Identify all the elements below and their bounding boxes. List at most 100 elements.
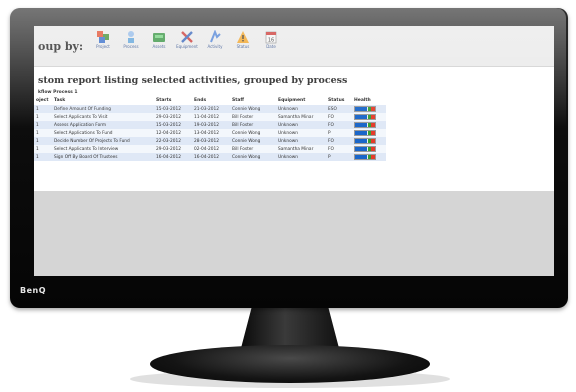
group-by-process-button[interactable]: Process xyxy=(118,30,144,49)
cell-health xyxy=(352,113,386,121)
health-bar-fill xyxy=(355,106,367,111)
cell-project: 1 xyxy=(34,137,52,145)
group-by-assets-button[interactable]: Assets xyxy=(146,30,172,49)
column-header[interactable]: Equipment xyxy=(276,96,326,105)
monitor-screen: oup by: Project Process Assets Equipment xyxy=(34,26,554,276)
cell-ends: 19-03-2012 xyxy=(192,121,230,129)
cell-staff: Connie Wong xyxy=(230,129,276,137)
cell-equipment: Unknown xyxy=(276,105,326,113)
health-bar-alert-segment xyxy=(371,138,375,143)
cell-staff: Connie Wong xyxy=(230,137,276,145)
health-bar xyxy=(354,153,376,160)
cell-status: FO xyxy=(326,121,352,129)
cell-starts: 29-03-2012 xyxy=(154,113,192,121)
column-header[interactable]: Ends xyxy=(192,96,230,105)
cell-project: 1 xyxy=(34,145,52,153)
health-bar-alert-segment xyxy=(371,146,375,151)
table-row[interactable]: 1 Define Amount Of Funding 15-03-2012 21-03… xyxy=(34,105,386,113)
cell-staff: Connie Wong xyxy=(230,105,276,113)
column-header[interactable]: oject xyxy=(34,96,52,105)
table-header-row: oject Task Starts Ends Staff Equipment S… xyxy=(34,96,386,105)
column-header[interactable]: Starts xyxy=(154,96,192,105)
report-app: oup by: Project Process Assets Equipment xyxy=(34,26,554,191)
health-bar-fill xyxy=(355,154,367,159)
project-icon xyxy=(97,31,109,43)
group-by-equipment-button[interactable]: Equipment xyxy=(174,30,200,49)
group-by-project-button[interactable]: Project xyxy=(90,30,116,49)
cell-status: FO xyxy=(326,145,352,153)
cell-health xyxy=(352,153,386,161)
cell-health xyxy=(352,137,386,145)
column-header[interactable]: Status xyxy=(326,96,352,105)
report-title: stom report listing selected activities,… xyxy=(38,75,348,86)
tool-label: Assets xyxy=(152,44,166,49)
cell-task: Select Applications To Fund xyxy=(52,129,154,137)
health-bar-alert-segment xyxy=(371,130,375,135)
cell-equipment: Unknown xyxy=(276,137,326,145)
health-bar xyxy=(354,113,376,120)
process-icon xyxy=(128,31,134,43)
cell-task: Decide Number Of Projects To Fund xyxy=(52,137,154,145)
cell-status: ESO xyxy=(326,105,352,113)
health-bar xyxy=(354,121,376,128)
table-row[interactable]: 1 Select Applications To Fund 12-04-2012 13… xyxy=(34,129,386,137)
health-bar-fill xyxy=(355,138,367,143)
column-header[interactable]: Staff xyxy=(230,96,276,105)
table-row[interactable]: 1 Assess Application Form 15-03-2012 19-03-… xyxy=(34,121,386,129)
cell-ends: 21-03-2012 xyxy=(192,105,230,113)
cell-health xyxy=(352,105,386,113)
cell-health xyxy=(352,145,386,153)
cell-status: FO xyxy=(326,113,352,121)
cell-staff: Connie Wong xyxy=(230,153,276,161)
health-bar-alert-segment xyxy=(371,106,375,111)
table-row[interactable]: 1 Sign Off By Board Of Trustees 16-04-2012… xyxy=(34,153,386,161)
health-bar-fill xyxy=(355,146,367,151)
column-header[interactable]: Task xyxy=(52,96,154,105)
cell-ends: 02-04-2012 xyxy=(192,145,230,153)
health-bar-fill xyxy=(355,130,367,135)
tool-label: Activity xyxy=(207,44,223,49)
cell-ends: 16-04-2012 xyxy=(192,153,230,161)
health-bar-fill xyxy=(355,122,367,127)
equipment-icon xyxy=(181,31,193,43)
cell-project: 1 xyxy=(34,129,52,137)
column-header[interactable]: Health xyxy=(352,96,386,105)
table-row[interactable]: 1 Select Applicants To Visit 29-03-2012 11-… xyxy=(34,113,386,121)
svg-text:16: 16 xyxy=(268,38,274,44)
cell-starts: 16-04-2012 xyxy=(154,153,192,161)
activity-icon xyxy=(210,30,221,43)
cell-starts: 15-03-2012 xyxy=(154,105,192,113)
assets-icon xyxy=(153,33,165,42)
health-bar-alert-segment xyxy=(371,154,375,159)
health-bar xyxy=(354,137,376,144)
group-by-label: oup by: xyxy=(38,40,83,53)
cell-status: P xyxy=(326,129,352,137)
tool-label: Project xyxy=(96,44,110,49)
cell-status: P xyxy=(326,153,352,161)
cell-project: 1 xyxy=(34,113,52,121)
table-row[interactable]: 1 Decide Number Of Projects To Fund 22-03-… xyxy=(34,137,386,145)
health-bar xyxy=(354,129,376,136)
cell-task: Sign Off By Board Of Trustees xyxy=(52,153,154,161)
monitor-brand-logo: BenQ xyxy=(20,286,47,295)
activities-table: oject Task Starts Ends Staff Equipment S… xyxy=(34,96,386,161)
health-bar-fill xyxy=(355,114,367,119)
cell-ends: 28-03-2012 xyxy=(192,137,230,145)
cell-equipment: Unknown xyxy=(276,153,326,161)
cell-equipment: Unknown xyxy=(276,121,326,129)
cell-ends: 13-04-2012 xyxy=(192,129,230,137)
group-by-status-button[interactable]: Status xyxy=(230,30,256,49)
cell-starts: 22-03-2012 xyxy=(154,137,192,145)
cell-project: 1 xyxy=(34,105,52,113)
cell-equipment: Samantha Minar xyxy=(276,113,326,121)
group-by-date-button[interactable]: 16 Date xyxy=(258,30,284,49)
cell-health xyxy=(352,121,386,129)
health-bar xyxy=(354,105,376,112)
health-bar-alert-segment xyxy=(371,122,375,127)
cell-starts: 12-04-2012 xyxy=(154,129,192,137)
cell-task: Define Amount Of Funding xyxy=(52,105,154,113)
group-by-activity-button[interactable]: Activity xyxy=(202,30,228,49)
tool-label: Equipment xyxy=(176,44,198,49)
cell-task: Select Applicants To Visit xyxy=(52,113,154,121)
table-row[interactable]: 1 Select Applicants To Interview 29-03-201… xyxy=(34,145,386,153)
